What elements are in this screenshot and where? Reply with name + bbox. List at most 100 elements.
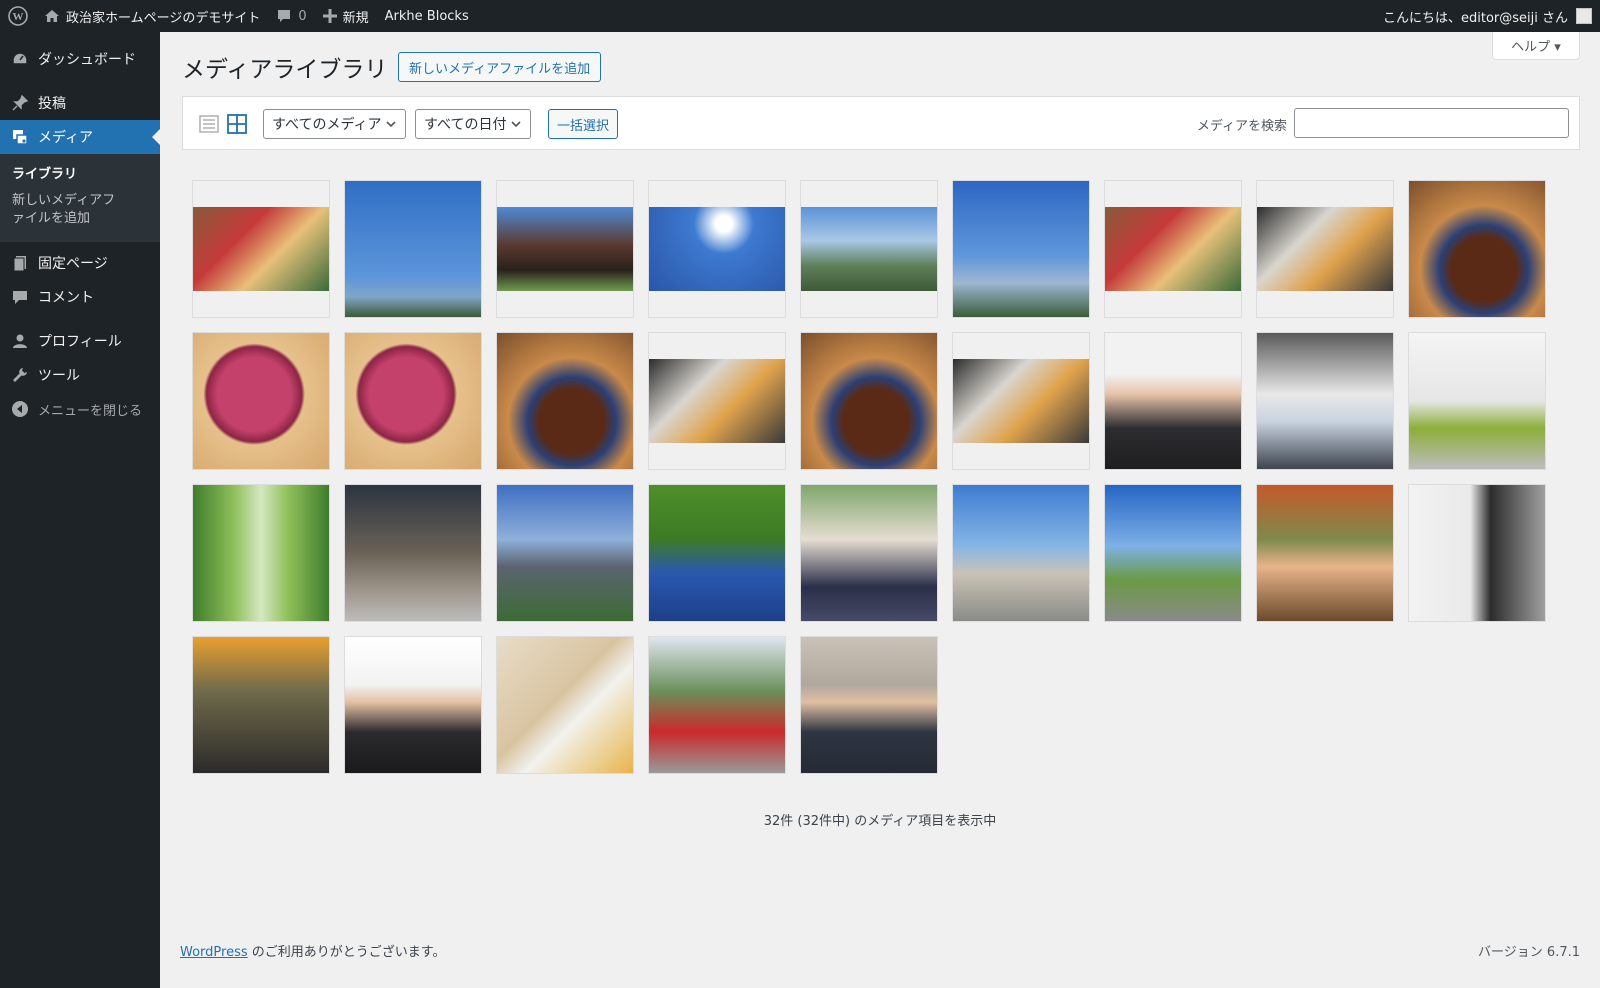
submenu-library[interactable]: ライブラリ [0, 162, 160, 188]
media-thumbnail[interactable] [1408, 180, 1546, 318]
wordpress-logo-icon[interactable]: W [0, 0, 36, 32]
media-thumbnail[interactable] [1104, 332, 1242, 470]
pin-icon [10, 93, 30, 113]
media-thumbnail[interactable] [1408, 332, 1546, 470]
svg-text:W: W [13, 11, 24, 23]
help-tab-button[interactable]: ヘルプ ▾ [1492, 32, 1580, 60]
media-thumbnail[interactable] [648, 332, 786, 470]
grid-view-icon[interactable] [227, 114, 247, 134]
sidebar-item-tools[interactable]: ツール [0, 358, 160, 392]
thumbnail-image [649, 359, 785, 443]
media-thumbnail[interactable] [496, 636, 634, 774]
search-label: メディアを検索 [1196, 119, 1287, 134]
submenu-add-new[interactable]: 新しいメディアファイルを追加 [0, 188, 140, 232]
comments-count: 0 [298, 8, 307, 24]
comments-link[interactable]: 0 [268, 0, 314, 32]
media-thumbnail[interactable] [1104, 180, 1242, 318]
sidebar-item-pages[interactable]: 固定ページ [0, 246, 160, 280]
collapse-arrow-icon [10, 399, 30, 419]
avatar[interactable] [1576, 8, 1592, 24]
sidebar-item-dashboard[interactable]: ダッシュボード [0, 42, 160, 76]
media-thumbnail[interactable] [192, 332, 330, 470]
sidebar-item-posts[interactable]: 投稿 [0, 86, 160, 120]
media-thumbnail[interactable] [952, 484, 1090, 622]
thumbnail-image [193, 637, 329, 773]
my-account[interactable]: こんにちは、editor@seiji さん [1383, 0, 1600, 32]
date-filter[interactable]: すべての日付 [415, 109, 531, 139]
chevron-down-icon [385, 118, 397, 134]
comment-icon [10, 287, 30, 307]
media-search-input[interactable] [1294, 108, 1569, 138]
media-thumbnail[interactable] [952, 180, 1090, 318]
media-thumbnail[interactable] [648, 484, 786, 622]
user-icon [10, 331, 30, 351]
chevron-down-icon [510, 118, 522, 134]
collapse-menu-button[interactable]: メニューを閉じる [0, 392, 160, 426]
media-thumbnail[interactable] [1104, 484, 1242, 622]
sidebar-item-label: プロフィール [38, 334, 122, 350]
sidebar-item-label: ダッシュボード [38, 52, 136, 68]
thumbnail-image [497, 333, 633, 469]
site-name-link[interactable]: 政治家ホームページのデモサイト [36, 0, 268, 32]
media-thumbnail[interactable] [496, 484, 634, 622]
new-label: 新規 [342, 10, 369, 26]
media-submenu: ライブラリ 新しいメディアファイルを追加 [0, 154, 160, 242]
thumbnail-image [345, 637, 481, 773]
thumbnail-image [1257, 333, 1393, 469]
media-thumbnail[interactable] [344, 636, 482, 774]
collapse-menu-label: メニューを閉じる [38, 403, 143, 419]
sidebar-item-comments[interactable]: コメント [0, 280, 160, 314]
theme-link[interactable]: Arkhe Blocks [377, 0, 477, 32]
media-thumbnail[interactable] [192, 180, 330, 318]
media-thumbnail[interactable] [800, 484, 938, 622]
wrench-icon [10, 365, 30, 385]
thumbnail-image [649, 485, 785, 621]
wordpress-link[interactable]: WordPress [180, 945, 248, 960]
media-thumbnail[interactable] [192, 484, 330, 622]
admin-bar: W 政治家ホームページのデモサイト 0 新規 Arkhe Blocks こんにち… [0, 0, 1600, 32]
media-thumbnail[interactable] [648, 180, 786, 318]
thumbnail-image [345, 485, 481, 621]
media-thumbnail[interactable] [800, 180, 938, 318]
media-type-filter[interactable]: すべてのメディア [263, 109, 406, 139]
new-content-link[interactable]: 新規 [315, 0, 377, 32]
thumbnail-image [345, 333, 481, 469]
media-count-text: 32件 (32件中) のメディア項目を表示中 [763, 814, 997, 829]
media-thumbnail[interactable] [648, 636, 786, 774]
thumbnail-image [801, 485, 937, 621]
media-thumbnail[interactable] [496, 332, 634, 470]
media-thumbnail[interactable] [1408, 484, 1546, 622]
media-thumbnail[interactable] [344, 332, 482, 470]
media-thumbnail[interactable] [952, 332, 1090, 470]
thumbnail-image [649, 637, 785, 773]
add-new-media-button[interactable]: 新しいメディアファイルを追加 [398, 52, 602, 82]
sidebar-item-label: コメント [38, 290, 94, 306]
sidebar-item-profile[interactable]: プロフィール [0, 324, 160, 358]
media-thumbnail[interactable] [800, 636, 938, 774]
media-thumbnail[interactable] [800, 332, 938, 470]
sidebar-item-label: ツール [38, 368, 80, 384]
media-thumbnail[interactable] [192, 636, 330, 774]
thumbnail-image [1257, 485, 1393, 621]
media-thumbnail[interactable] [344, 180, 482, 318]
thumbnail-image [497, 485, 633, 621]
thumbnail-image [953, 359, 1089, 443]
plus-icon [322, 9, 337, 23]
footer-thanks: WordPress のご利用ありがとうございます。 [180, 941, 445, 960]
page-icon [10, 253, 30, 273]
thumbnail-image [193, 333, 329, 469]
thumbnail-image [193, 485, 329, 621]
sidebar-item-label: 固定ページ [38, 256, 108, 272]
thumbnail-image [801, 207, 937, 291]
media-thumbnail[interactable] [1256, 484, 1394, 622]
thumbnail-image [1409, 181, 1545, 317]
media-thumbnail[interactable] [496, 180, 634, 318]
bulk-select-button[interactable]: 一括選択 [548, 109, 619, 139]
main-content: ヘルプ ▾ メディアライブラリ 新しいメディアファイルを追加 すべてのメディア … [160, 32, 1600, 988]
media-thumbnail[interactable] [1256, 180, 1394, 318]
media-thumbnail[interactable] [344, 484, 482, 622]
media-thumbnail[interactable] [1256, 332, 1394, 470]
list-view-icon[interactable] [199, 114, 219, 134]
sidebar-item-media[interactable]: メディア [0, 120, 160, 154]
thumbnail-image [953, 181, 1089, 317]
